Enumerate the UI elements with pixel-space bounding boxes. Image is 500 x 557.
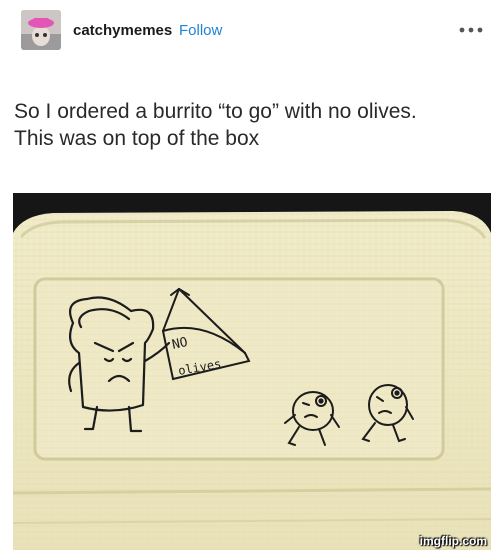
caption-line-2: This was on top of the box: [14, 127, 260, 150]
imgflip-watermark: imgflip.com: [419, 534, 487, 548]
post-card: catchymemes Follow So I ordered a burrit…: [0, 0, 500, 557]
avatar[interactable]: [21, 10, 61, 50]
username[interactable]: catchymemes: [73, 22, 172, 40]
post-caption: So I ordered a burrito “to go” with no o…: [14, 98, 494, 152]
more-horizontal-icon: [459, 27, 483, 33]
follow-button[interactable]: Follow: [179, 22, 222, 40]
caption-line-1: So I ordered a burrito “to go” with no o…: [14, 100, 417, 123]
more-options-button[interactable]: [456, 20, 486, 40]
post-photo[interactable]: NO olives imgflip.com: [13, 193, 491, 550]
post-header: catchymemes Follow: [0, 0, 500, 62]
avatar-image: [21, 10, 61, 50]
burrito-box-photo: NO olives: [13, 193, 491, 550]
